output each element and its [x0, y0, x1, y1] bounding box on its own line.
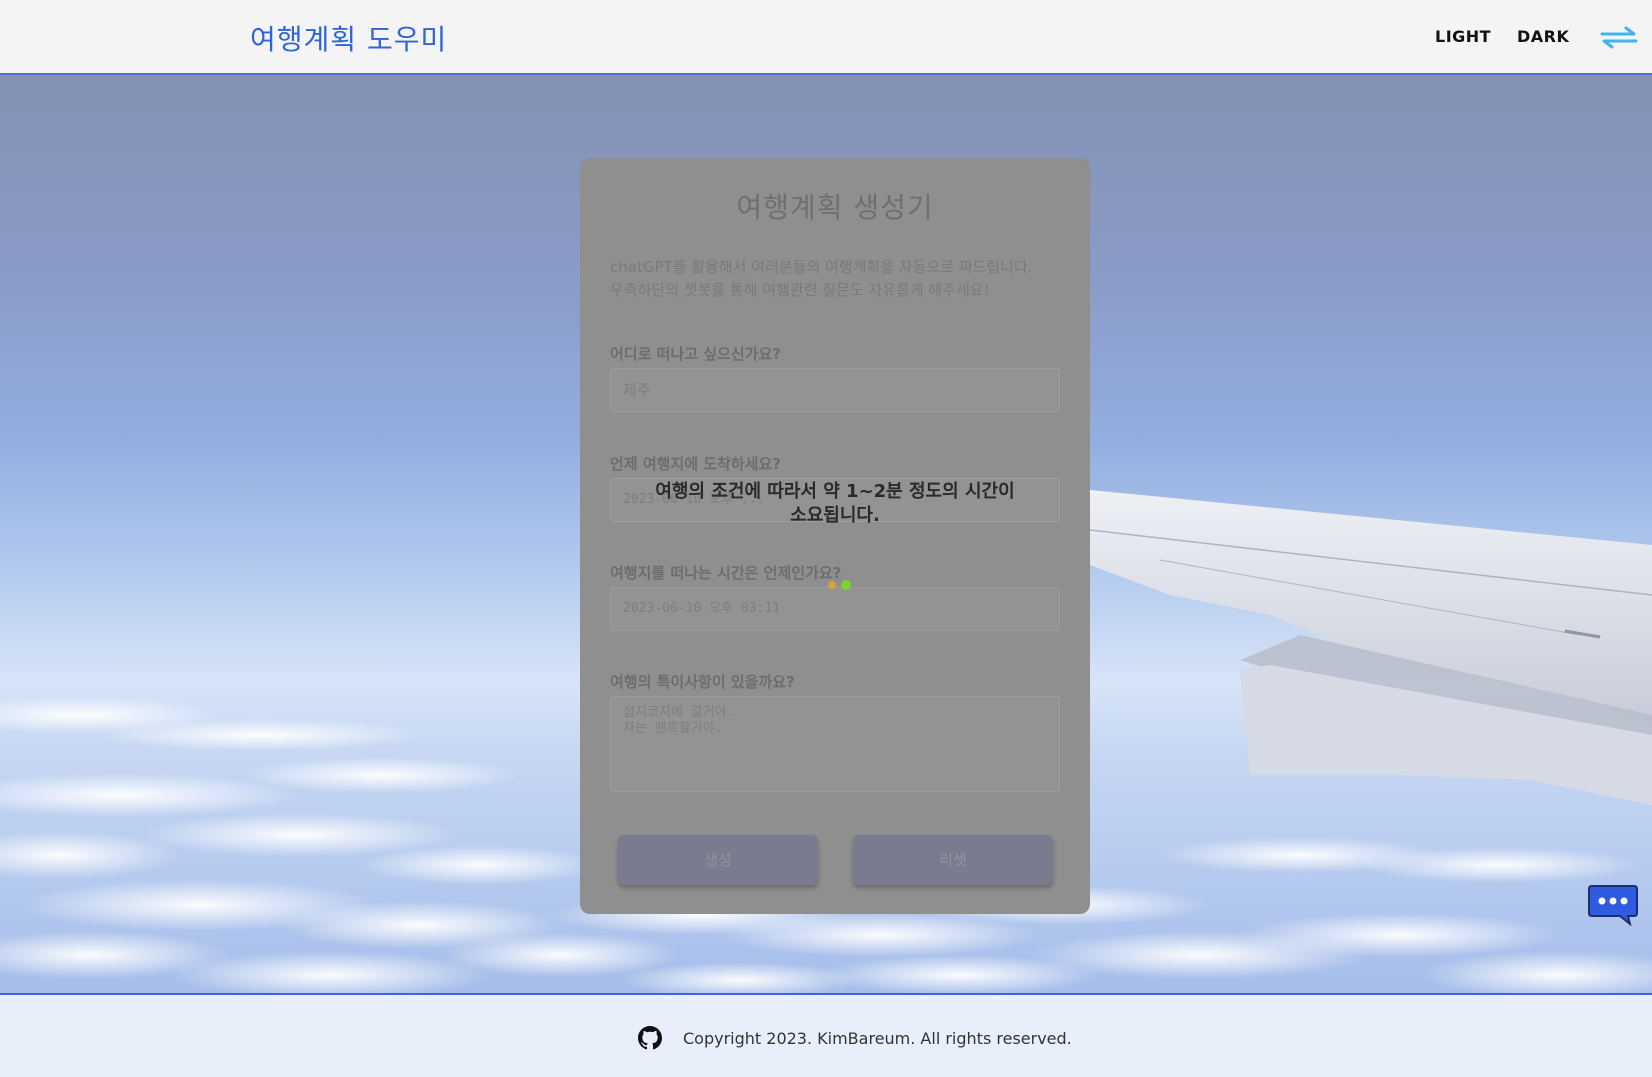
card-desc-line1: chatGPT를 활용해서 여러분들의 여행계획을 자동으로 짜드립니다. — [610, 258, 1033, 276]
card-desc-line2: 우측하단의 챗봇을 통해 여행관련 질문도 자유롭게 해주세요! — [610, 281, 990, 299]
site-logo[interactable]: 여행계획 도우미 — [250, 18, 447, 58]
menu-icon[interactable] — [1600, 25, 1638, 49]
github-icon[interactable] — [638, 1026, 662, 1050]
destination-label: 어디로 떠나고 싶으신가요? — [610, 345, 781, 363]
loading-message-line1: 여행의 조건에 따라서 약 1~2분 정도의 시간이 — [655, 481, 1015, 502]
loading-message: 여행의 조건에 따라서 약 1~2분 정도의 시간이 소요됩니다. — [580, 480, 1090, 528]
site-header: 여행계획 도우미 LIGHT DARK — [0, 0, 1652, 75]
trip-planner-card: 여행계획 생성기 chatGPT를 활용해서 여러분들의 여행계획을 자동으로 … — [580, 158, 1090, 914]
notes-label: 여행의 특이사항이 있을까요? — [610, 673, 795, 691]
chatbot-button[interactable] — [1588, 884, 1638, 926]
copyright-text: Copyright 2023. KimBareum. All rights re… — [683, 1029, 1072, 1048]
departure-label: 여행지를 떠나는 시간은 언제인가요? — [610, 564, 842, 582]
card-title: 여행계획 생성기 — [736, 191, 934, 224]
reset-button[interactable]: 리셋 — [853, 835, 1053, 885]
loading-message-line2: 소요됩니다. — [790, 505, 880, 526]
arrival-label: 언제 여행지에 도착하세요? — [610, 455, 781, 473]
generate-button[interactable]: 생성 — [618, 835, 818, 885]
dark-theme-button[interactable]: DARK — [1517, 27, 1569, 46]
notes-textarea[interactable]: 섭지코지에 갈거야. 차는 렌트할거야. — [610, 696, 1060, 792]
destination-input[interactable]: 제주 — [610, 368, 1060, 412]
light-theme-button[interactable]: LIGHT — [1435, 27, 1491, 46]
card-description: chatGPT를 활용해서 여러분들의 여행계획을 자동으로 짜드립니다. 우측… — [610, 256, 1060, 302]
loading-spinner-icon — [828, 580, 851, 590]
departure-datetime-input[interactable]: 2023-06-10 오후 03:11 — [610, 587, 1060, 631]
